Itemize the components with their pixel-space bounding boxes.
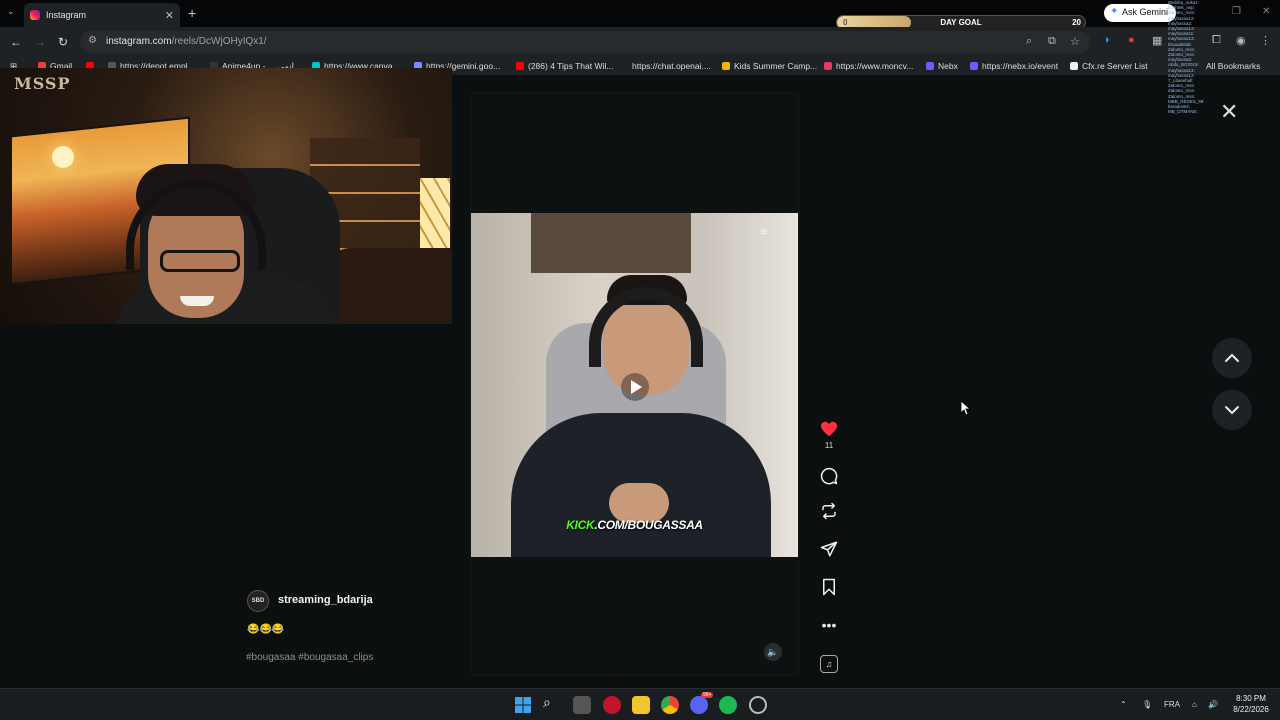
webcam-logo: MSSP [14,74,71,93]
tab-instagram[interactable]: Instagram ✕ [24,3,180,27]
repost-icon [822,502,836,520]
like-button[interactable] [819,419,839,439]
profile-avatar-icon[interactable]: ◉ [1236,34,1246,47]
bookmark-item[interactable]: Nebx [926,61,958,71]
discord-badge: 99+ [701,692,714,698]
network-icon[interactable]: ⌂ [1192,700,1197,709]
file-explorer-icon[interactable] [632,696,650,714]
play-icon[interactable] [621,373,649,401]
video-background-door [531,213,691,273]
bookmark-item[interactable]: (286) 4 Tips That Wil... [516,61,613,71]
share-button[interactable] [819,539,839,559]
task-view-icon[interactable] [573,696,591,714]
more-options-icon[interactable]: ••• [819,615,839,635]
extension-translate-icon[interactable]: ◗ [1104,34,1111,46]
url-text[interactable]: instagram.com/reels/DcWjOHyIQx1/ [106,36,267,47]
day-goal-target: 20 [1072,18,1081,27]
back-arrow-icon[interactable]: ← [10,35,22,49]
ask-gemini-button[interactable]: Ask Gemini [1104,4,1177,22]
install-app-icon[interactable]: ⧉ [1048,35,1056,48]
tab-close-icon[interactable]: ✕ [165,9,174,22]
video-caption: KICK.COM/BOUGASSAA [566,518,703,532]
chrome-icon[interactable] [661,696,679,714]
video-person-hand [609,483,669,523]
microphone-icon[interactable]: 🎙 [1142,700,1152,709]
reload-icon[interactable]: ↻ [58,35,68,49]
bookmark-icon [823,578,835,596]
hashtags[interactable]: #bougasaa #bougasaa_clips [246,652,373,663]
sun-glow [52,146,74,168]
windows-taskbar: ⌕ 99+ ⌃ 🎙 FRA ⌂ 🔊 8:30 PM 8/22/2026 [0,688,1280,720]
mouse-cursor-icon [961,401,971,416]
tray-chevron-up-icon[interactable]: ⌃ [1120,700,1127,709]
tab-title: Instagram [46,10,87,20]
save-button[interactable] [819,577,839,597]
tab-strip: ⌄ Instagram ✕ + 0 DAY GOAL 20 Ask Gemini… [0,0,1280,30]
streamer-webcam-overlay: MSSP [0,68,452,324]
discord-icon[interactable] [690,696,708,714]
taskbar-clock[interactable]: 8:30 PM 8/22/2026 [1228,693,1274,715]
windows-start-icon[interactable] [514,696,532,714]
browser-toolbar: ← → ↻ ⚙ instagram.com/reels/DcWjOHyIQx1/… [0,27,1280,57]
username-link[interactable]: streaming_bdarija [278,594,373,606]
chevron-up-icon [1225,353,1239,362]
day-goal-label: DAY GOAL [940,18,982,27]
zoom-icon[interactable]: ⌕ [1026,35,1032,48]
reel-player[interactable]: ≋ KICK.COM/BOUGASSAA 🔈 [470,92,799,676]
bookmark-item[interactable]: Cfx.re Server List [1070,61,1148,71]
comment-icon [820,467,838,485]
comment-button[interactable] [819,466,839,486]
audio-toggle-icon[interactable]: 🔈 [764,643,782,661]
heart-icon [821,421,837,437]
forward-arrow-icon[interactable]: → [34,35,46,49]
tab-search-button[interactable]: ⌄ [7,6,15,17]
extension-red-icon[interactable]: ● [1128,34,1135,46]
language-indicator[interactable]: FRA [1164,700,1180,709]
hex-lights [420,178,450,248]
previous-reel-button[interactable] [1212,338,1252,378]
search-icon[interactable]: ⌕ [543,694,561,712]
obs-icon[interactable] [749,696,767,714]
site-info-icon[interactable]: ⚙ [88,35,97,46]
avatar[interactable]: SBD [247,590,269,612]
bookmark-item[interactable]: https://www.moncv... [824,61,913,71]
reel-description: 😂😂😂 [247,624,285,635]
bookmark-item[interactable]: https://nebx.io/event [970,61,1058,71]
chevron-down-icon [1225,406,1239,415]
stream-chat-overlay: Wahiba_oukaz: bsahtek_rwp: Zalonto_mss: … [1168,0,1234,134]
clock-date: 8/22/2026 [1233,705,1269,714]
address-bar[interactable]: ⚙ instagram.com/reels/DcWjOHyIQx1/ ⌕ ⧉ ☆ [80,31,1090,53]
bookmark-item[interactable]: https://chat.openai.... [620,61,711,71]
browser-menu-icon[interactable]: ⋮ [1260,34,1271,47]
reel-video[interactable]: ≋ KICK.COM/BOUGASSAA [471,213,798,557]
instagram-favicon-icon [30,10,40,20]
smile [180,296,214,306]
couch [330,248,452,324]
like-count: 11 [824,441,834,450]
game-app-icon[interactable] [603,696,621,714]
extension-grid-icon[interactable]: ▦ [1152,34,1162,47]
new-tab-button[interactable]: + [188,5,196,21]
original-audio-icon[interactable]: ♫ [820,655,838,673]
glasses [160,250,240,272]
bookmark-item[interactable]: Kids Summer Camp... [722,61,817,71]
capcut-watermark-icon: ≋ [759,227,768,238]
volume-icon[interactable]: 🔊 [1208,700,1218,709]
remix-button[interactable] [819,501,839,521]
clock-time: 8:30 PM [1236,694,1266,703]
close-window-icon[interactable]: ✕ [1262,6,1270,17]
send-icon [820,541,838,557]
spotify-icon[interactable] [719,696,737,714]
next-reel-button[interactable] [1212,390,1252,430]
chat-line: MB_OTMANE: [1168,109,1198,115]
bookmark-star-icon[interactable]: ☆ [1070,35,1080,48]
